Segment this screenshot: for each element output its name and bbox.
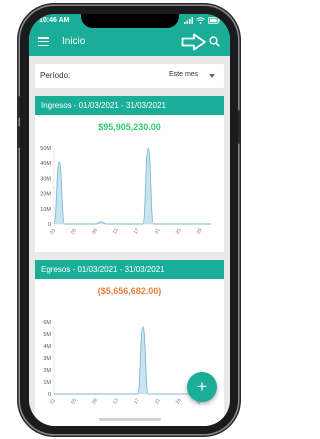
home-indicator [99,418,161,421]
expense-y-tick-label: 2M [43,368,51,374]
expense-x-tick-label: 01 [49,397,57,405]
add-button[interactable]: + [187,372,217,402]
expense-y-tick-label: 0 [48,392,51,398]
period-selector[interactable]: Período: Este mes [35,64,224,88]
power-button [238,110,241,144]
chevron-down-icon[interactable] [209,74,215,78]
income-x-tick-label: 25 [175,227,183,235]
signal-icon [184,17,193,24]
menu-icon[interactable] [38,37,49,47]
period-value[interactable]: Este mes [169,71,198,78]
expense-x-tick-label: 09 [91,397,99,405]
search-icon[interactable] [209,36,220,47]
expense-x-tick-label: 13 [112,397,120,405]
expense-x-tick-label: 21 [154,397,162,405]
income-y-tick-label: 30M [40,176,51,182]
expense-x-tick-label: 17 [133,397,141,405]
expense-y-tick-label: 3M [43,356,51,362]
expense-chart: 01M2M3M4M5M6M0105091317212529 [43,320,211,405]
status-bar: 10:46 AM [29,14,230,28]
expense-x-tick-label: 05 [70,397,78,405]
battery-icon [208,17,220,24]
income-x-tick-label: 05 [70,227,78,235]
expense-total: ($5,656,682.00) [97,286,162,296]
arrow-icon [181,33,206,51]
income-x-tick-label: 17 [133,227,141,235]
income-x-tick-label: 01 [49,227,57,235]
expense-y-tick-label: 4M [43,344,51,350]
expense-y-tick-label: 6M [43,320,51,326]
expense-card-title: Egresos - 01/03/2021 - 31/03/2021 [35,260,224,279]
period-label: Período: [40,71,71,80]
income-series-area [54,148,211,224]
income-card-title: Ingresos - 01/03/2021 - 31/03/2021 [35,96,224,115]
income-total: $95,905,230.00 [98,122,161,132]
camera-notch [81,14,179,28]
income-x-tick-label: 29 [196,227,204,235]
income-x-tick-label: 13 [112,227,120,235]
expense-y-tick-label: 5M [43,332,51,338]
wifi-icon [196,17,205,24]
expense-x-tick-label: 25 [175,397,183,405]
income-x-tick-label: 09 [91,227,99,235]
income-series-line [53,147,211,225]
income-y-tick-label: 40M [40,161,51,167]
income-y-tick-label: 50M [40,146,51,152]
income-y-tick-label: 0 [48,222,51,228]
income-x-tick-label: 21 [154,227,162,235]
income-card: Ingresos - 01/03/2021 - 31/03/2021 $95,9… [35,96,224,252]
volume-up-button [17,96,20,118]
volume-down-button [17,126,20,148]
app-bar: Inicio [29,28,230,56]
income-y-tick-label: 10M [40,207,51,213]
expense-card: Egresos - 01/03/2021 - 31/03/2021 ($5,65… [35,260,224,426]
page-title: Inicio [62,36,86,47]
income-chart: 0 10M 20M 30M 40M 50M 01 05 09 13 17 21 25 29 [40,146,211,235]
app-screen: 10:46 AM Inicio Período: Este mes Ingres… [29,14,230,426]
expense-y-tick-label: 1M [43,380,51,386]
status-time: 10:46 AM [39,17,70,24]
income-y-tick-label: 20M [40,192,51,198]
